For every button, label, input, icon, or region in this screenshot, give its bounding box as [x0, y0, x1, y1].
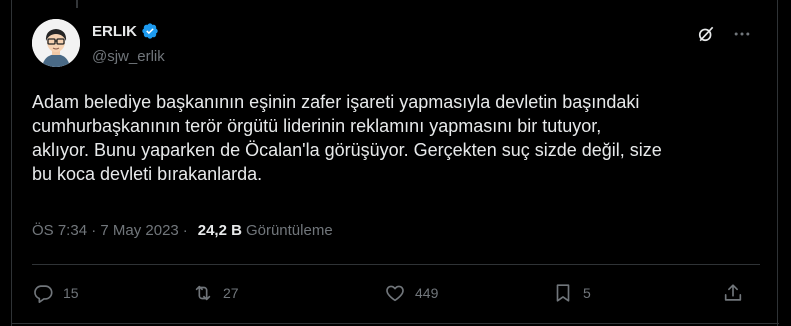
repost-icon — [195, 285, 211, 301]
reply-count: 15 — [63, 285, 79, 301]
reply-button[interactable]: 15 — [32, 278, 79, 308]
like-button[interactable]: 449 — [384, 278, 438, 308]
avatar[interactable] — [32, 19, 80, 67]
avatar-image — [32, 19, 80, 67]
tweet-header: ERLIK @sjw_erlik — [32, 16, 760, 67]
verified-badge-icon[interactable] — [141, 22, 159, 40]
repost-count: 27 — [223, 285, 239, 301]
divider — [32, 264, 760, 265]
divider-bottom — [12, 323, 779, 324]
like-count: 449 — [415, 285, 439, 301]
bookmark-icon — [556, 284, 570, 302]
user-handle[interactable]: @sjw_erlik — [92, 48, 165, 65]
thread-line — [76, 0, 78, 8]
share-icon — [724, 284, 742, 301]
tweet-meta: ÖS 7:34 · 7 May 2023 · 24,2 B Görüntülem… — [32, 222, 333, 239]
timestamp[interactable]: ÖS 7:34 · 7 May 2023 — [32, 222, 179, 239]
bookmark-button[interactable]: 5 — [552, 278, 591, 308]
views-count: 24,2 B — [197, 222, 242, 239]
action-bar: 15 27 449 5 — [32, 278, 760, 308]
tweet-card: ERLIK @sjw_erlik Adam belediye başkanını… — [11, 0, 779, 326]
separator-dot: · — [182, 222, 188, 239]
share-button[interactable] — [722, 278, 744, 308]
tweet-text: Adam belediye başkanının eşinin zafer iş… — [32, 92, 662, 184]
bookmark-count: 5 — [583, 285, 591, 301]
views-label: Görüntüleme — [245, 222, 333, 239]
grok-icon[interactable] — [696, 24, 716, 44]
display-name[interactable]: ERLIK — [92, 23, 137, 40]
repost-button[interactable]: 27 — [192, 278, 239, 308]
more-icon[interactable] — [732, 24, 752, 44]
reply-icon — [34, 285, 53, 303]
name-row: ERLIK — [92, 22, 159, 40]
heart-icon — [386, 285, 404, 302]
